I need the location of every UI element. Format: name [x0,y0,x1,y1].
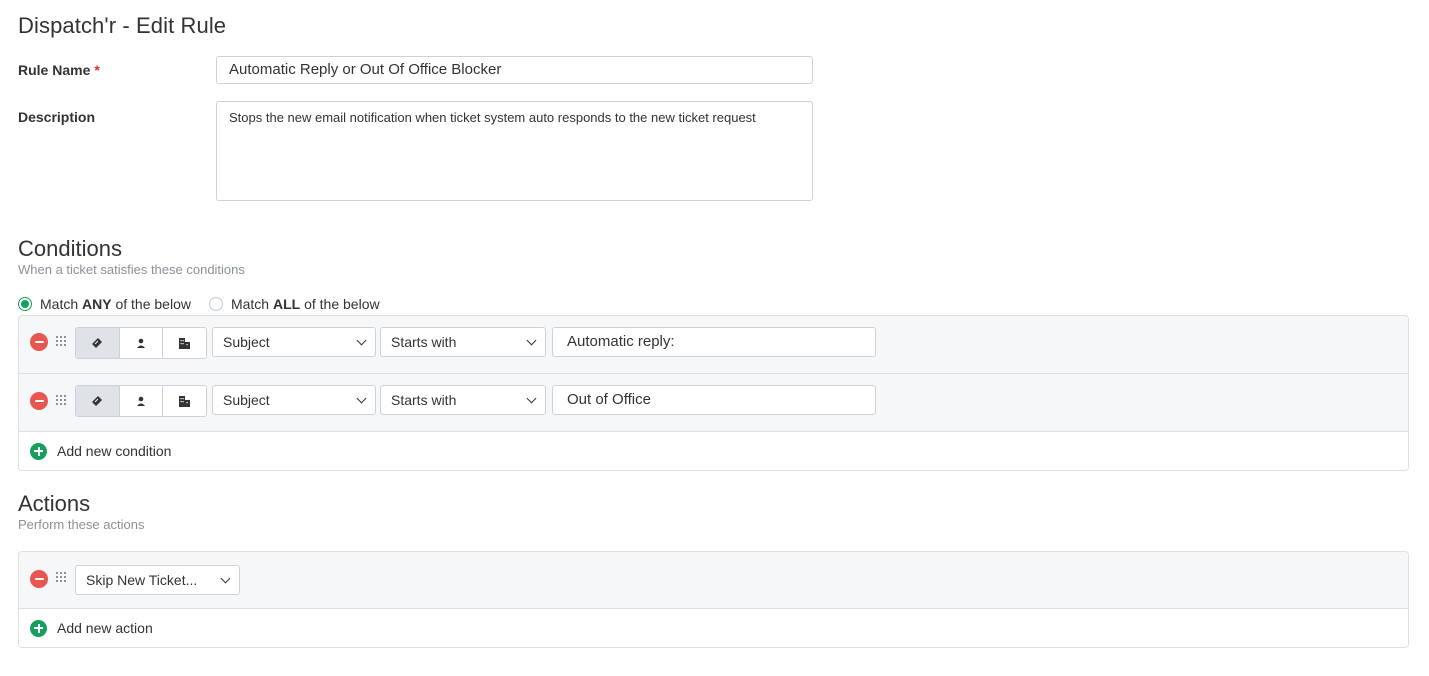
condition-field-select[interactable]: Subject [212,327,376,357]
actions-title: Actions [18,491,91,516]
scope-ticket-button[interactable] [76,328,120,358]
description-textarea[interactable]: Stops the new email notification when ti… [216,101,813,201]
condition-operator-value: Starts with [391,392,457,408]
remove-condition-button[interactable] [30,392,48,410]
scope-requester-button[interactable] [120,386,164,416]
condition-scope-switch [75,385,207,417]
match-any-radio[interactable] [18,297,32,311]
condition-field-select[interactable]: Subject [212,385,376,415]
drag-handle-icon[interactable] [56,572,68,584]
condition-scope-switch [75,327,207,359]
conditions-title: Conditions [18,236,122,261]
condition-operator-value: Starts with [391,334,457,350]
condition-operator-select[interactable]: Starts with [380,327,546,357]
ticket-icon [92,396,103,406]
remove-action-button[interactable] [30,570,48,588]
action-row: Skip New Ticket... [19,552,1408,609]
actions-subtitle: Perform these actions [18,517,145,532]
chevron-down-icon [356,335,367,346]
building-icon [179,337,191,349]
person-icon [137,396,145,406]
chevron-down-icon [526,393,537,404]
scope-ticket-button[interactable] [76,386,120,416]
match-all-radio[interactable] [208,297,223,311]
person-icon [137,338,145,348]
rule-name-label: Rule Name * [18,62,100,78]
required-mark: * [94,62,100,78]
condition-field-value: Subject [223,334,270,350]
add-condition-label: Add new condition [57,443,172,459]
match-all-label: Match ALL of the below [230,296,380,312]
ticket-icon [92,338,103,348]
conditions-subtitle: When a ticket satisfies these conditions [18,262,245,277]
page-title: Dispatch'r - Edit Rule [18,13,227,38]
building-icon [179,395,191,407]
scope-company-button[interactable] [163,386,206,416]
condition-field-value: Subject [223,392,270,408]
condition-operator-select[interactable]: Starts with [380,385,546,415]
plus-icon [30,442,47,460]
conditions-panel: Subject Starts with Automatic reply: Sub… [18,315,1409,471]
drag-handle-icon[interactable] [56,336,68,348]
add-action-label: Add new action [57,620,153,636]
scope-company-button[interactable] [163,328,206,358]
rule-name-label-text: Rule Name [18,62,91,78]
match-mode-group: Match ANY of the below Match ALL of the … [18,296,398,312]
chevron-down-icon [220,573,231,584]
condition-row: Subject Starts with Automatic reply: [19,316,1408,374]
condition-value-input[interactable]: Automatic reply: [552,327,876,357]
add-condition-button[interactable]: Add new condition [19,432,1408,470]
description-label: Description [18,109,96,125]
match-all-option[interactable]: Match ALL of the below [208,296,380,312]
remove-condition-button[interactable] [30,333,48,351]
actions-panel: Skip New Ticket... Add new action [18,551,1409,648]
action-type-select[interactable]: Skip New Ticket... [75,565,240,595]
match-any-label: Match ANY of the below [40,296,191,312]
action-type-value: Skip New Ticket... [86,572,198,588]
match-any-option[interactable]: Match ANY of the below [18,296,191,312]
rule-name-input[interactable]: Automatic Reply or Out Of Office Blocker [216,56,813,84]
drag-handle-icon[interactable] [56,395,68,407]
add-action-button[interactable]: Add new action [19,609,1408,647]
chevron-down-icon [356,393,367,404]
scope-requester-button[interactable] [120,328,164,358]
chevron-down-icon [526,335,537,346]
condition-value-input[interactable]: Out of Office [552,385,876,415]
condition-row: Subject Starts with Out of Office [19,374,1408,432]
plus-icon [30,619,47,637]
